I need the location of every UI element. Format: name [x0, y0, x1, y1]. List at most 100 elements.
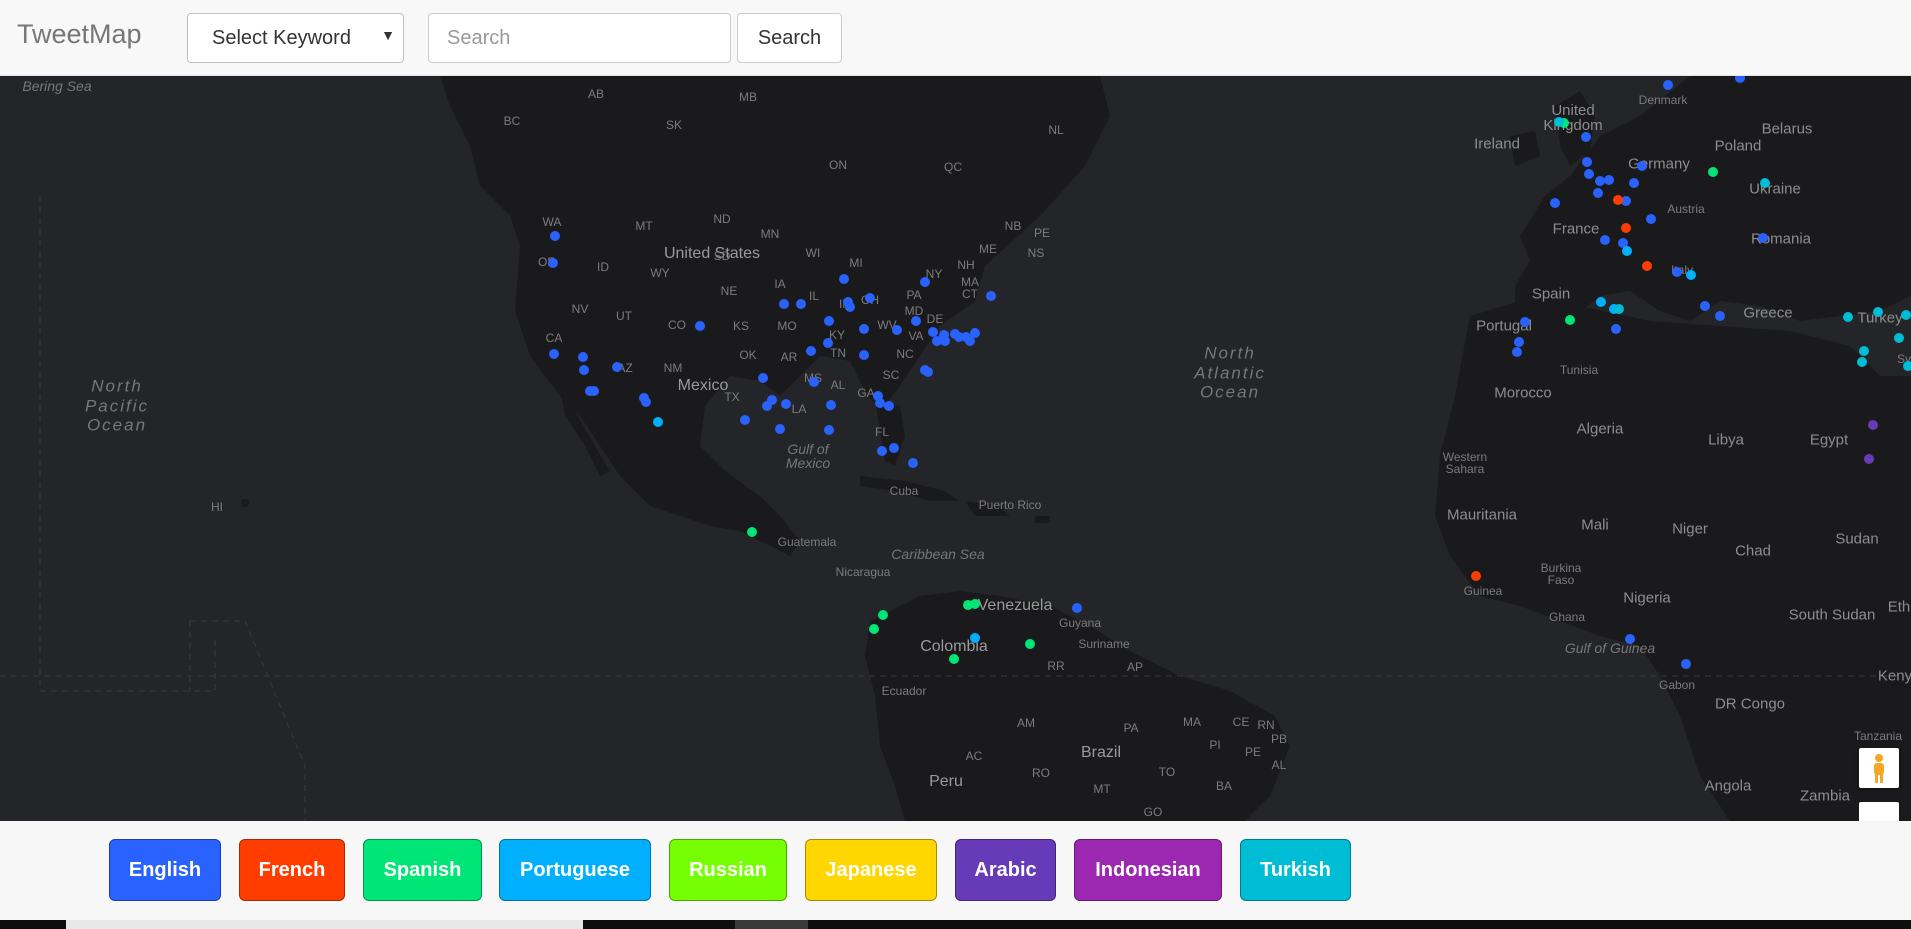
tweet-marker-english[interactable]	[892, 325, 902, 335]
legend-portuguese-button[interactable]: Portuguese	[499, 839, 651, 901]
legend-french-button[interactable]: French	[239, 839, 345, 901]
tweet-marker-turkish[interactable]	[1873, 307, 1883, 317]
tweet-marker-spanish[interactable]	[1025, 639, 1035, 649]
tweet-marker-english[interactable]	[1584, 169, 1594, 179]
tweet-marker-english[interactable]	[1512, 347, 1522, 357]
tweet-marker-english[interactable]	[923, 367, 933, 377]
search-input[interactable]	[428, 13, 731, 63]
tweet-marker-english[interactable]	[911, 316, 921, 326]
legend-spanish-button[interactable]: Spanish	[363, 839, 482, 901]
zoom-in-button[interactable]	[1859, 802, 1899, 821]
tweet-marker-english[interactable]	[1581, 132, 1591, 142]
tweet-marker-english[interactable]	[1600, 235, 1610, 245]
tweet-marker-turkish[interactable]	[1903, 361, 1911, 371]
tweet-marker-portuguese[interactable]	[653, 417, 663, 427]
tweet-marker-english[interactable]	[839, 274, 849, 284]
tweet-marker-english[interactable]	[1072, 603, 1082, 613]
tweet-marker-english[interactable]	[865, 293, 875, 303]
tweet-marker-english[interactable]	[1604, 175, 1614, 185]
tweet-marker-english[interactable]	[781, 399, 791, 409]
tweet-marker-spanish[interactable]	[1565, 315, 1575, 325]
legend-russian-button[interactable]: Russian	[669, 839, 787, 901]
tweet-marker-english[interactable]	[695, 321, 705, 331]
tweet-marker-turkish[interactable]	[1760, 178, 1770, 188]
tweet-marker-english[interactable]	[1625, 634, 1635, 644]
tweet-marker-portuguese[interactable]	[1686, 270, 1696, 280]
tweet-marker-portuguese[interactable]	[1596, 297, 1606, 307]
tweet-marker-arabic[interactable]	[1864, 454, 1874, 464]
keyword-select[interactable]: Select Keyword ▼	[187, 13, 404, 63]
tweet-marker-english[interactable]	[1637, 161, 1647, 171]
tweet-marker-english[interactable]	[579, 365, 589, 375]
tweet-marker-arabic[interactable]	[1868, 420, 1878, 430]
tweet-marker-english[interactable]	[806, 346, 816, 356]
tweet-marker-spanish[interactable]	[878, 610, 888, 620]
tweet-marker-english[interactable]	[809, 377, 819, 387]
tweet-marker-english[interactable]	[845, 302, 855, 312]
tweet-marker-english[interactable]	[549, 349, 559, 359]
tweet-marker-english[interactable]	[1681, 659, 1691, 669]
tweet-marker-english[interactable]	[1611, 324, 1621, 334]
tweet-marker-english[interactable]	[1514, 337, 1524, 347]
tweet-marker-english[interactable]	[920, 277, 930, 287]
tweet-marker-portuguese[interactable]	[1622, 246, 1632, 256]
tweet-marker-english[interactable]	[578, 352, 588, 362]
legend-english-button[interactable]: English	[109, 839, 221, 901]
tweet-marker-english[interactable]	[859, 350, 869, 360]
tweet-marker-english[interactable]	[877, 446, 887, 456]
tweet-marker-english[interactable]	[940, 336, 950, 346]
tweet-marker-english[interactable]	[908, 458, 918, 468]
tweet-marker-english[interactable]	[589, 386, 599, 396]
tweet-marker-english[interactable]	[1593, 188, 1603, 198]
tweet-marker-english[interactable]	[826, 400, 836, 410]
tweet-marker-turkish[interactable]	[1857, 357, 1867, 367]
tweet-marker-english[interactable]	[1520, 317, 1530, 327]
tweet-marker-english[interactable]	[824, 316, 834, 326]
tweet-marker-english[interactable]	[641, 397, 651, 407]
legend-indonesian-button[interactable]: Indonesian	[1074, 839, 1222, 901]
tweet-marker-english[interactable]	[1700, 301, 1710, 311]
tweet-marker-turkish[interactable]	[1859, 346, 1869, 356]
tweet-marker-turkish[interactable]	[1843, 312, 1853, 322]
tweet-marker-english[interactable]	[1629, 178, 1639, 188]
legend-arabic-button[interactable]: Arabic	[955, 839, 1056, 901]
tweet-marker-spanish[interactable]	[949, 654, 959, 664]
tweet-marker-english[interactable]	[612, 362, 622, 372]
tweet-marker-english[interactable]	[889, 443, 899, 453]
tweet-marker-english[interactable]	[762, 401, 772, 411]
tweet-marker-english[interactable]	[775, 424, 785, 434]
tweet-marker-turkish[interactable]	[1614, 304, 1624, 314]
tweet-marker-english[interactable]	[1646, 214, 1656, 224]
tweet-marker-english[interactable]	[779, 299, 789, 309]
tweet-marker-english[interactable]	[823, 338, 833, 348]
street-view-pegman[interactable]	[1859, 748, 1899, 788]
brand-title[interactable]: TweetMap	[17, 19, 142, 50]
tweet-marker-english[interactable]	[1582, 157, 1592, 167]
tweet-marker-english[interactable]	[1550, 198, 1560, 208]
tweet-marker-english[interactable]	[796, 299, 806, 309]
tweet-marker-turkish[interactable]	[1554, 117, 1564, 127]
tweet-marker-english[interactable]	[824, 425, 834, 435]
tweet-marker-english[interactable]	[1663, 80, 1673, 90]
tweet-marker-french[interactable]	[1613, 195, 1623, 205]
tweet-marker-english[interactable]	[1715, 311, 1725, 321]
tweet-marker-french[interactable]	[1621, 223, 1631, 233]
tweet-marker-english[interactable]	[859, 324, 869, 334]
tweet-marker-english[interactable]	[970, 328, 980, 338]
tweet-marker-french[interactable]	[1642, 261, 1652, 271]
tweet-map[interactable]: Bering Sea North Pacific Ocean North Atl…	[0, 76, 1911, 821]
tweet-marker-english[interactable]	[550, 231, 560, 241]
tweet-marker-portuguese[interactable]	[970, 633, 980, 643]
tweet-marker-spanish[interactable]	[1708, 167, 1718, 177]
search-button[interactable]: Search	[737, 13, 842, 63]
tweet-marker-english[interactable]	[758, 373, 768, 383]
tweet-marker-turkish[interactable]	[1894, 333, 1904, 343]
tweet-marker-spanish[interactable]	[869, 624, 879, 634]
tweet-marker-spanish[interactable]	[747, 527, 757, 537]
tweet-marker-french[interactable]	[1471, 571, 1481, 581]
legend-turkish-button[interactable]: Turkish	[1240, 839, 1351, 901]
tweet-marker-english[interactable]	[986, 291, 996, 301]
tweet-marker-english[interactable]	[740, 415, 750, 425]
tweet-marker-english[interactable]	[884, 401, 894, 411]
tweet-marker-english[interactable]	[1672, 267, 1682, 277]
